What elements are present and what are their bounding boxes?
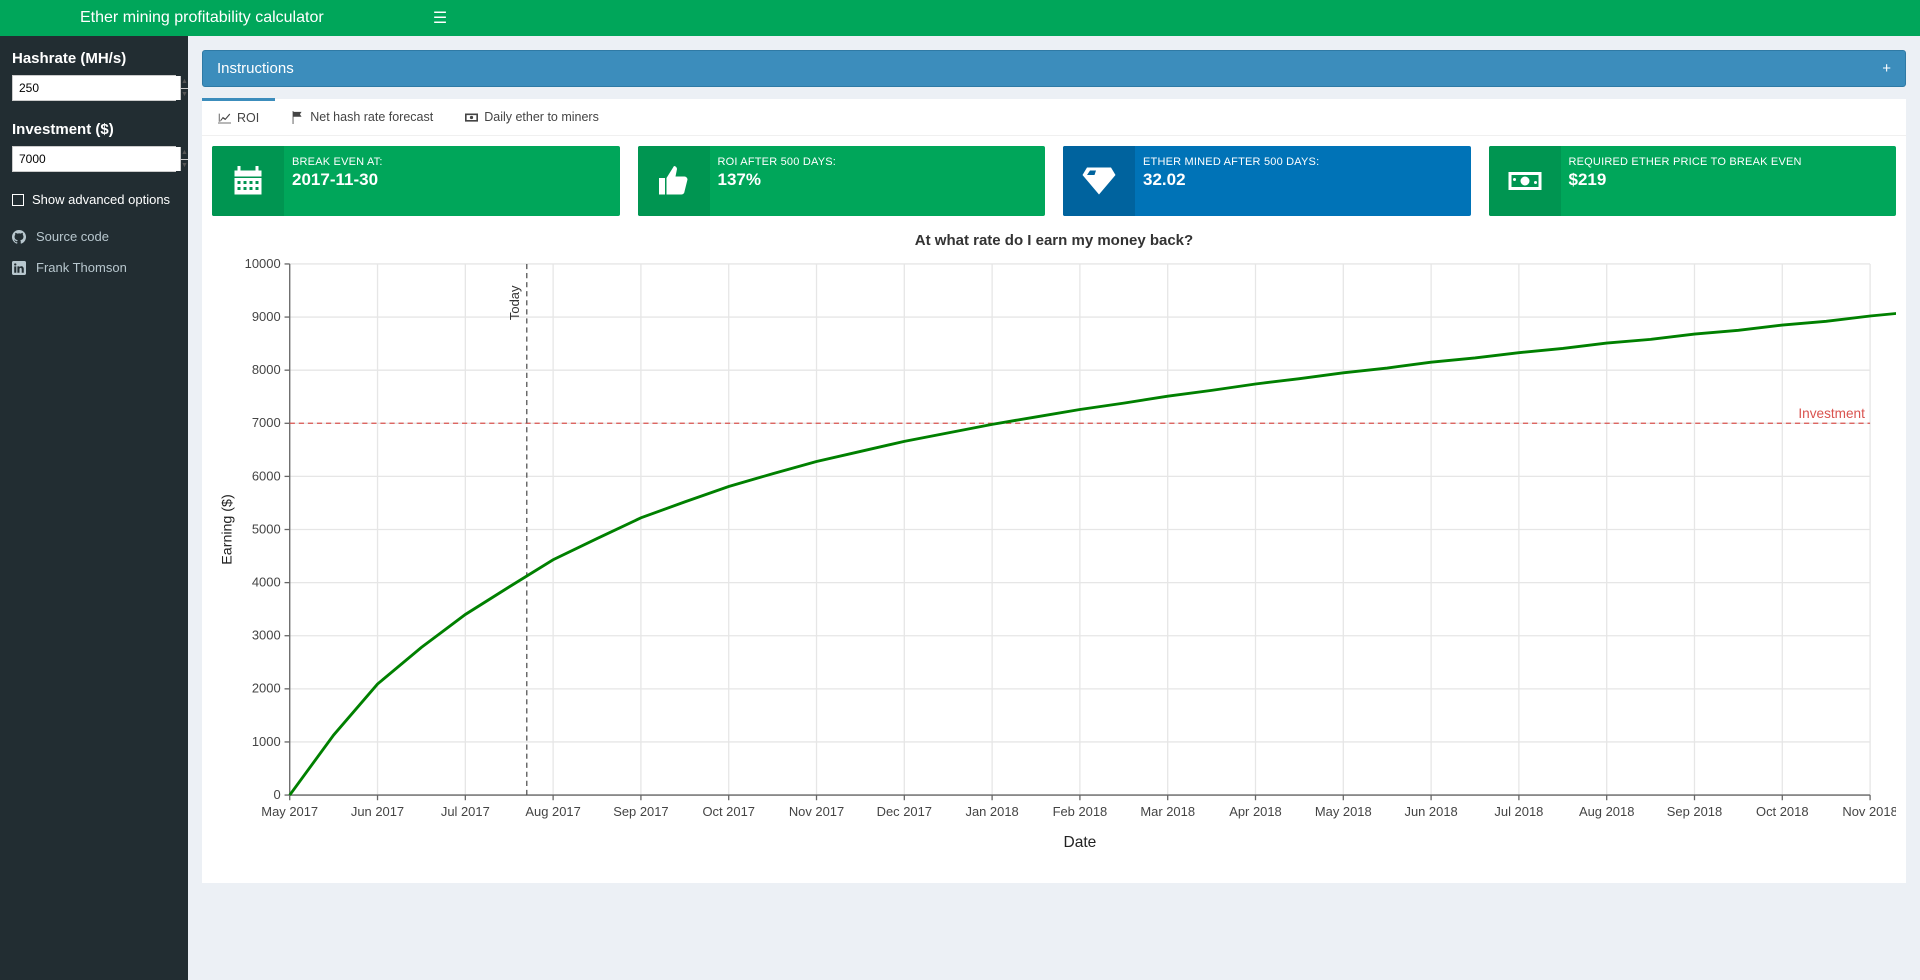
cash-icon (1507, 163, 1543, 199)
tab-roi[interactable]: ROI (202, 98, 275, 135)
money-icon (465, 111, 478, 124)
tab-hashrate-label: Net hash rate forecast (310, 110, 433, 124)
sidebar-link-author[interactable]: Frank Thomson (12, 252, 176, 283)
stat-mined-label: ETHER MINED AFTER 500 DAYS: (1143, 156, 1463, 168)
svg-text:Jul 2018: Jul 2018 (1494, 804, 1543, 819)
main-content: Instructions + ROI Net hash rate forecas… (188, 36, 1920, 980)
svg-text:5000: 5000 (252, 521, 281, 536)
topbar: Ether mining profitability calculator ☰ (0, 0, 1920, 36)
linkedin-icon (12, 261, 26, 275)
svg-text:Aug 2017: Aug 2017 (525, 804, 580, 819)
advanced-options-checkbox[interactable]: Show advanced options (12, 192, 176, 207)
plus-icon: + (1882, 60, 1891, 77)
instructions-title: Instructions (217, 60, 294, 77)
svg-text:Sep 2018: Sep 2018 (1667, 804, 1722, 819)
roi-chart: 0 1000 2000 3000 4000 5000 6000 7000 8000 9000 100… (212, 251, 1896, 860)
svg-text:Today: Today (507, 285, 522, 320)
sidebar-link-author-label: Frank Thomson (36, 260, 127, 275)
tab-roi-label: ROI (237, 111, 259, 125)
sidebar-link-source-label: Source code (36, 229, 109, 244)
svg-text:9000: 9000 (252, 309, 281, 324)
stat-roi-value: 137% (718, 170, 1038, 190)
svg-text:Nov 2017: Nov 2017 (789, 804, 844, 819)
svg-text:4000: 4000 (252, 575, 281, 590)
svg-text:7000: 7000 (252, 415, 281, 430)
hashrate-input[interactable] (13, 76, 180, 100)
instructions-panel[interactable]: Instructions + (202, 50, 1906, 87)
roi-card: ROI Net hash rate forecast Daily ether t… (202, 99, 1906, 883)
tab-daily-ether-label: Daily ether to miners (484, 110, 599, 124)
stat-break-even: BREAK EVEN AT: 2017-11-30 (212, 146, 620, 216)
svg-text:10000: 10000 (245, 256, 281, 271)
svg-text:Aug 2018: Aug 2018 (1579, 804, 1634, 819)
svg-text:Jun 2017: Jun 2017 (351, 804, 404, 819)
svg-text:Earning ($): Earning ($) (219, 494, 235, 564)
svg-text:8000: 8000 (252, 362, 281, 377)
svg-text:Investment: Investment (1798, 406, 1865, 421)
svg-text:May 2017: May 2017 (261, 804, 318, 819)
hashrate-label: Hashrate (MH/s) (12, 50, 176, 67)
tab-daily-ether[interactable]: Daily ether to miners (449, 99, 615, 135)
checkbox-icon (12, 194, 24, 206)
stat-break-even-label: BREAK EVEN AT: (292, 156, 612, 168)
svg-text:6000: 6000 (252, 468, 281, 483)
tab-hashrate[interactable]: Net hash rate forecast (275, 99, 449, 135)
investment-label: Investment ($) (12, 121, 176, 138)
svg-text:Dec 2017: Dec 2017 (877, 804, 932, 819)
svg-text:Oct 2017: Oct 2017 (702, 804, 755, 819)
svg-text:Jun 2018: Jun 2018 (1404, 804, 1457, 819)
chart-container: At what rate do I earn my money back? 0 1… (202, 216, 1906, 883)
calendar-icon (230, 163, 266, 199)
svg-text:Apr 2018: Apr 2018 (1229, 804, 1282, 819)
stat-req-price-label: REQUIRED ETHER PRICE TO BREAK EVEN (1569, 156, 1889, 168)
chart-title: At what rate do I earn my money back? (212, 232, 1896, 249)
hashrate-spinner[interactable]: ▲▼ (180, 76, 188, 100)
hashrate-input-wrap: ▲▼ (12, 75, 176, 101)
investment-input[interactable] (13, 147, 180, 171)
hamburger-button[interactable]: ☰ (420, 0, 460, 36)
svg-text:Feb 2018: Feb 2018 (1053, 804, 1108, 819)
stat-roi-label: ROI AFTER 500 DAYS: (718, 156, 1038, 168)
svg-text:0: 0 (273, 787, 280, 802)
thumbs-up-icon (656, 163, 692, 199)
svg-text:Jan 2018: Jan 2018 (965, 804, 1018, 819)
stat-mined-value: 32.02 (1143, 170, 1463, 190)
stat-row: BREAK EVEN AT: 2017-11-30 ROI AFTER 500 D… (202, 136, 1906, 216)
svg-text:Nov 2018: Nov 2018 (1842, 804, 1896, 819)
chart-line-icon (218, 112, 231, 125)
app-title: Ether mining profitability calculator (0, 0, 420, 36)
github-icon (12, 230, 26, 244)
stat-break-even-value: 2017-11-30 (292, 170, 612, 190)
investment-input-wrap: ▲▼ (12, 146, 176, 172)
svg-text:Oct 2018: Oct 2018 (1756, 804, 1809, 819)
sidebar: Hashrate (MH/s) ▲▼ Investment ($) ▲▼ Sho… (0, 36, 188, 980)
svg-text:3000: 3000 (252, 628, 281, 643)
stat-req-price: REQUIRED ETHER PRICE TO BREAK EVEN $219 (1489, 146, 1897, 216)
svg-text:Mar 2018: Mar 2018 (1140, 804, 1195, 819)
flag-icon (291, 111, 304, 124)
svg-text:Date: Date (1064, 834, 1097, 851)
advanced-options-label: Show advanced options (32, 192, 170, 207)
svg-text:Jul 2017: Jul 2017 (441, 804, 490, 819)
svg-text:2000: 2000 (252, 681, 281, 696)
svg-text:1000: 1000 (252, 734, 281, 749)
sidebar-link-source[interactable]: Source code (12, 221, 176, 252)
svg-text:Sep 2017: Sep 2017 (613, 804, 668, 819)
svg-text:May 2018: May 2018 (1315, 804, 1372, 819)
diamond-icon (1081, 163, 1117, 199)
stat-req-price-value: $219 (1569, 170, 1889, 190)
stat-roi: ROI AFTER 500 DAYS: 137% (638, 146, 1046, 216)
stat-mined: ETHER MINED AFTER 500 DAYS: 32.02 (1063, 146, 1471, 216)
tabs: ROI Net hash rate forecast Daily ether t… (202, 99, 1906, 136)
investment-spinner[interactable]: ▲▼ (180, 147, 188, 171)
